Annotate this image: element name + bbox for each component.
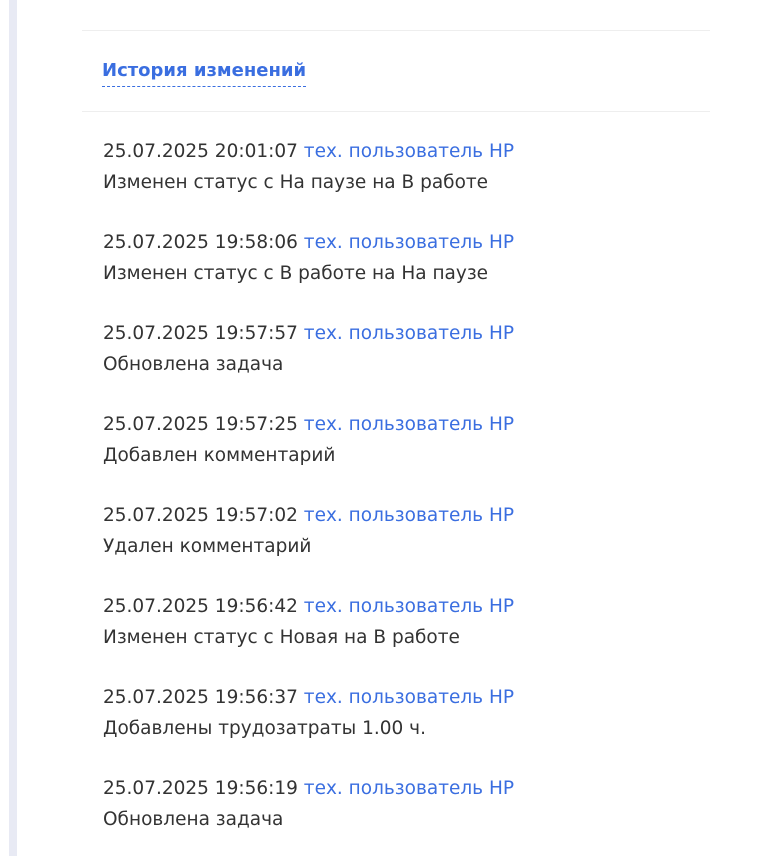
entry-meta: 25.07.2025 19:57:57 тех. пользователь НР bbox=[103, 318, 710, 349]
entry-meta: 25.07.2025 19:57:02 тех. пользователь НР bbox=[103, 500, 710, 531]
entry-user-link[interactable]: тех. пользователь НР bbox=[304, 232, 514, 253]
entry-user-link[interactable]: тех. пользователь НР bbox=[304, 687, 514, 708]
entry-user-link[interactable]: тех. пользователь НР bbox=[304, 414, 514, 435]
entry-action: Обновлена задача bbox=[103, 809, 284, 830]
entry-datetime: 25.07.2025 19:58:06 bbox=[103, 232, 298, 253]
entry-action: Изменен статус с На паузе на В работе bbox=[103, 172, 489, 193]
history-list: 25.07.2025 20:01:07 тех. пользователь НР… bbox=[82, 112, 710, 864]
entry-user-link[interactable]: тех. пользователь НР bbox=[304, 778, 514, 799]
entry-meta: 25.07.2025 19:56:37 тех. пользователь НР bbox=[103, 682, 710, 713]
entry-action: Изменен статус с В работе на На паузе bbox=[103, 263, 489, 284]
entry-datetime: 25.07.2025 19:57:25 bbox=[103, 414, 298, 435]
history-entry: 25.07.2025 19:57:25 тех. пользователь НР… bbox=[103, 409, 710, 500]
entry-action: Добавлены трудозатраты 1.00 ч. bbox=[103, 718, 426, 739]
entry-datetime: 25.07.2025 19:56:42 bbox=[103, 596, 298, 617]
history-panel: История изменений 25.07.2025 20:01:07 те… bbox=[82, 30, 710, 864]
entry-datetime: 25.07.2025 20:01:07 bbox=[103, 141, 298, 162]
entry-meta: 25.07.2025 19:56:42 тех. пользователь НР bbox=[103, 591, 710, 622]
entry-action: Обновлена задача bbox=[103, 354, 284, 375]
history-entry: 25.07.2025 19:57:02 тех. пользователь НР… bbox=[103, 500, 710, 591]
entry-user-link[interactable]: тех. пользователь НР bbox=[304, 323, 514, 344]
history-entry: 25.07.2025 19:56:42 тех. пользователь НР… bbox=[103, 591, 710, 682]
entry-meta: 25.07.2025 19:58:06 тех. пользователь НР bbox=[103, 227, 710, 258]
entry-action: Добавлен комментарий bbox=[103, 445, 336, 466]
entry-user-link[interactable]: тех. пользователь НР bbox=[304, 596, 514, 617]
entry-datetime: 25.07.2025 19:57:02 bbox=[103, 505, 298, 526]
entry-user-link[interactable]: тех. пользователь НР bbox=[304, 141, 514, 162]
history-entry: 25.07.2025 19:58:06 тех. пользователь НР… bbox=[103, 227, 710, 318]
entry-action: Изменен статус с Новая на В работе bbox=[103, 627, 460, 648]
entry-meta: 25.07.2025 19:56:19 тех. пользователь НР bbox=[103, 773, 710, 804]
entry-datetime: 25.07.2025 19:56:19 bbox=[103, 778, 298, 799]
entry-datetime: 25.07.2025 19:56:37 bbox=[103, 687, 298, 708]
history-entry: 25.07.2025 20:01:07 тех. пользователь НР… bbox=[103, 136, 710, 227]
history-entry: 25.07.2025 19:57:57 тех. пользователь НР… bbox=[103, 318, 710, 409]
history-entry: 25.07.2025 19:56:37 тех. пользователь НР… bbox=[103, 682, 710, 773]
history-title-link[interactable]: История изменений bbox=[102, 59, 307, 87]
entry-user-link[interactable]: тех. пользователь НР bbox=[304, 505, 514, 526]
history-entry: 25.07.2025 19:56:19 тех. пользователь НР… bbox=[103, 773, 710, 864]
history-header: История изменений bbox=[82, 31, 710, 111]
entry-datetime: 25.07.2025 19:57:57 bbox=[103, 323, 298, 344]
entry-meta: 25.07.2025 20:01:07 тех. пользователь НР bbox=[103, 136, 710, 167]
left-sidebar-strip bbox=[9, 0, 17, 856]
entry-meta: 25.07.2025 19:57:25 тех. пользователь НР bbox=[103, 409, 710, 440]
entry-action: Удален комментарий bbox=[103, 536, 312, 557]
